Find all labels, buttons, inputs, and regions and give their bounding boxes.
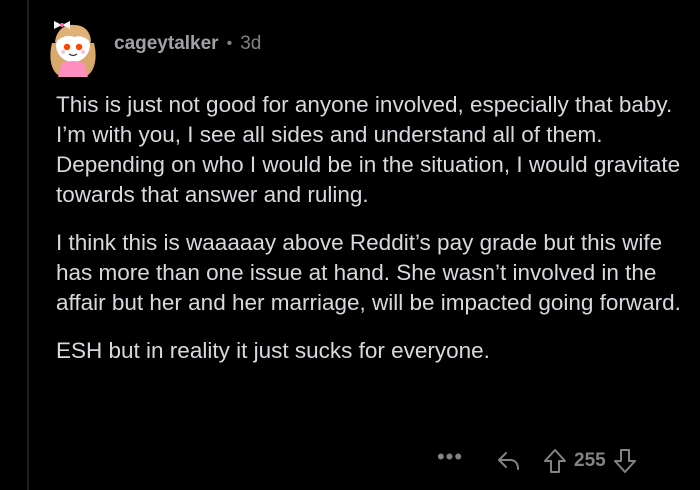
username[interactable]: cageytalker: [114, 33, 219, 55]
comment-actions: ••• 255: [430, 444, 680, 476]
thread-line: [27, 0, 29, 490]
reply-arrow-icon: [498, 452, 519, 470]
downvote-arrow-icon: [613, 449, 636, 473]
avatar[interactable]: [44, 15, 102, 77]
downvote-button[interactable]: [608, 446, 642, 476]
vote-score: 255: [574, 450, 606, 471]
upvote-button[interactable]: [538, 446, 572, 476]
comment-body: This is just not good for anyone involve…: [56, 90, 686, 384]
more-options-button[interactable]: •••: [430, 444, 470, 470]
comment: cageytalker • 3d: [44, 12, 684, 80]
comment-meta: cageytalker • 3d: [114, 33, 261, 55]
comment-header: cageytalker • 3d: [44, 12, 684, 80]
comment-paragraph: This is just not good for anyone involve…: [56, 92, 681, 207]
upvote-arrow-icon: [544, 449, 566, 473]
comment-age: 3d: [240, 33, 262, 54]
reply-button[interactable]: [492, 446, 526, 476]
comment-paragraph: ESH but in reality it just sucks for eve…: [56, 338, 490, 363]
meta-separator: •: [226, 35, 233, 52]
comment-paragraph: I think this is waaaaay above Reddit’s p…: [56, 230, 681, 315]
